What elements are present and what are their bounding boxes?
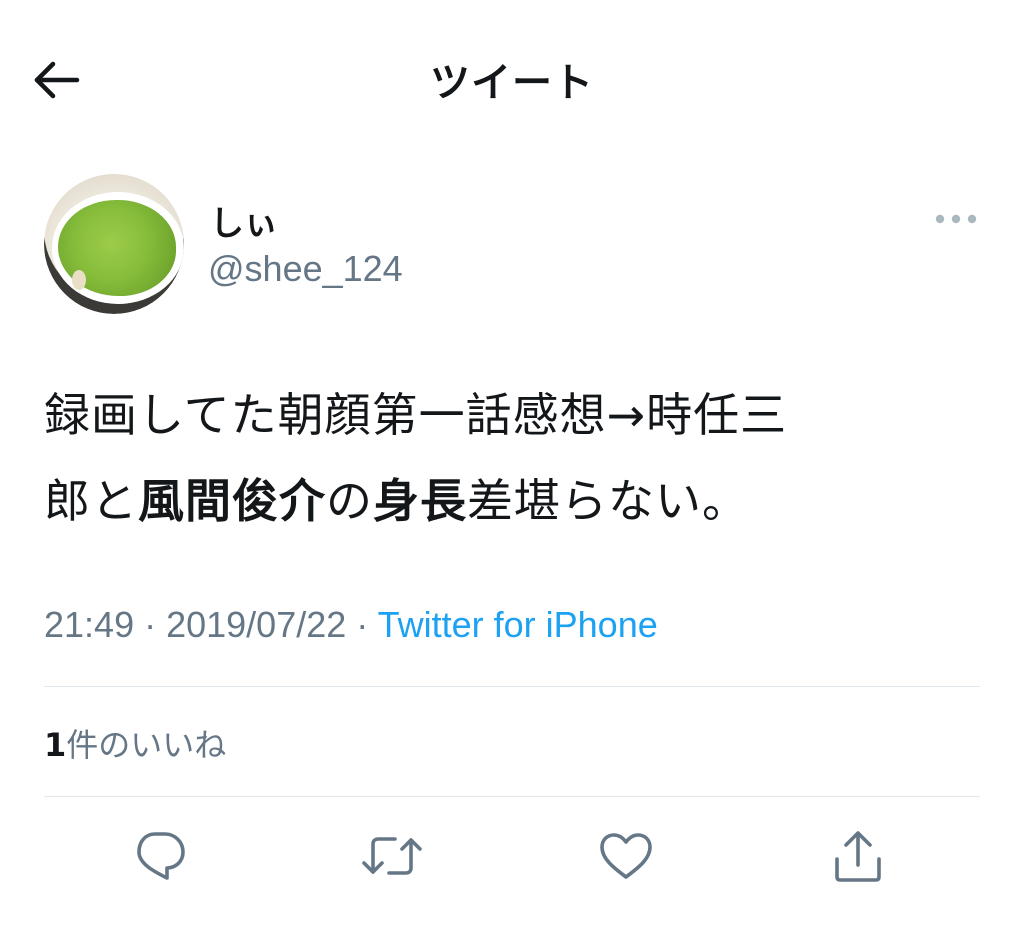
avatar-detail [72, 270, 86, 290]
tweet-metadata: 21:49 · 2019/07/22 · Twitter for iPhone [44, 604, 658, 646]
avatar[interactable] [44, 174, 184, 314]
heart-icon [598, 831, 654, 885]
retweet-button[interactable] [360, 826, 424, 890]
tweet-time: 21:49 [44, 604, 135, 645]
tweet-text: 録画してた朝顔第一話感想→時任三 郎と風間俊介の身長差堪らない。 [44, 372, 1004, 544]
more-dots-icon [934, 210, 978, 229]
tweet-action-bar [0, 818, 1024, 898]
user-display-name[interactable]: しぃ [210, 196, 278, 245]
share-icon [832, 829, 884, 887]
meta-separator: · [134, 604, 167, 645]
divider [44, 686, 980, 687]
user-handle[interactable]: @shee_124 [208, 248, 403, 290]
reply-icon [133, 830, 187, 886]
tweet-text-line-2: 郎と風間俊介の身長差堪らない。 [44, 458, 1004, 544]
likes-count-link[interactable]: 1件のいいね [44, 720, 226, 766]
tweet-text-segment: 差堪らない。 [467, 474, 749, 528]
tweet-text-bold-segment: 風間俊介 [138, 474, 326, 528]
tweet-text-segment: の [326, 474, 373, 528]
divider [44, 796, 980, 797]
tweet-text-segment: 郎と [44, 474, 138, 528]
retweet-icon [361, 832, 423, 884]
page-title: ツイート [430, 60, 594, 106]
tweet-date: 2019/07/22 [166, 604, 347, 645]
likes-count: 1 [44, 726, 67, 764]
share-button[interactable] [826, 826, 890, 890]
reply-button[interactable] [128, 826, 192, 890]
meta-separator: · [346, 604, 378, 645]
tweet-text-bold-segment: 身長 [373, 474, 467, 528]
tweet-text-line-1: 録画してた朝顔第一話感想→時任三 [44, 388, 788, 442]
tweet-source-link[interactable]: Twitter for iPhone [378, 604, 658, 645]
more-options-button[interactable] [930, 204, 982, 234]
like-button[interactable] [594, 826, 658, 890]
top-bar: ツイート [0, 0, 1024, 150]
likes-label: 件のいいね [66, 726, 227, 764]
